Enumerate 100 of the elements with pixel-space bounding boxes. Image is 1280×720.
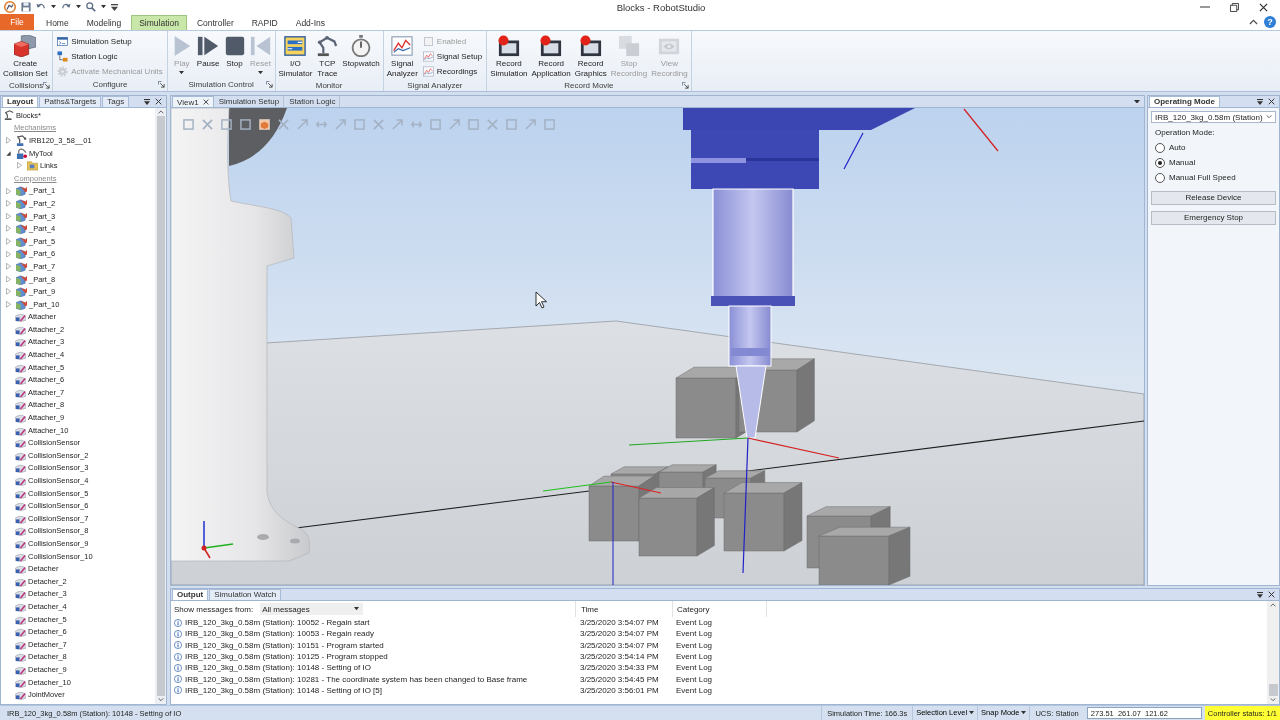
caret-icon[interactable] <box>1134 99 1140 104</box>
expand-arrow-icon[interactable] <box>6 300 11 308</box>
ribbon-button[interactable]: Create Collision Set <box>1 33 50 80</box>
ribbon-button[interactable]: I/O Simulator <box>276 33 315 80</box>
expand-arrow-icon[interactable] <box>6 263 11 270</box>
ribbon-button[interactable]: Pause <box>194 33 222 71</box>
panel-tab[interactable]: Output <box>172 589 209 600</box>
expand-arrow-icon[interactable] <box>6 200 11 207</box>
ribbon-tab[interactable]: RAPID <box>243 15 286 30</box>
magnifier-icon[interactable] <box>86 2 96 12</box>
diagonal-arrow-icon[interactable] <box>335 119 346 130</box>
panel-tab[interactable]: Simulation Watch <box>209 589 282 600</box>
panel-tab[interactable]: Layout <box>2 96 39 107</box>
cube-icon[interactable] <box>259 119 270 130</box>
message-filter-dropdown[interactable]: All messages <box>260 603 364 615</box>
diagonal-arrow-icon[interactable] <box>392 119 403 130</box>
expand-arrow-icon[interactable] <box>17 162 22 169</box>
ribbon-button[interactable]: Signal Analyzer <box>384 33 420 80</box>
chevron-up-icon[interactable] <box>1270 603 1276 607</box>
expand-arrow-icon[interactable] <box>6 250 11 258</box>
ribbon-button[interactable]: Simulation Setup <box>54 34 166 49</box>
dock-menu-icon[interactable] <box>1257 591 1263 598</box>
chevron-down-icon[interactable] <box>157 698 164 702</box>
square-icon[interactable] <box>240 119 251 130</box>
chevron-up-icon[interactable] <box>157 110 164 114</box>
part-icon <box>16 273 27 285</box>
document-tab[interactable]: View1 <box>172 96 214 107</box>
menu-caret-icon[interactable] <box>111 3 118 11</box>
dock-menu-icon[interactable] <box>144 98 150 105</box>
close-icon[interactable] <box>1268 591 1275 598</box>
ribbon-button[interactable]: Station Logic <box>54 49 166 64</box>
scrollbar[interactable] <box>155 108 166 704</box>
radio-button[interactable] <box>1155 142 1165 153</box>
ribbon-button[interactable]: TCP Trace <box>314 33 341 80</box>
panel-button[interactable]: Emergency Stop <box>1151 211 1276 225</box>
time-cell: 3/25/2020 3:54:33 PM <box>580 663 659 673</box>
ribbon-tab[interactable]: Add-Ins <box>287 15 333 30</box>
save-icon[interactable] <box>21 2 31 12</box>
expand-arrow-icon[interactable] <box>6 288 11 295</box>
part-icon <box>16 185 27 197</box>
square-icon[interactable] <box>221 119 232 130</box>
caret-icon[interactable] <box>51 5 56 9</box>
ribbon-button[interactable]: Recordings <box>419 64 486 79</box>
radio-label[interactable]: Manual <box>1169 158 1196 167</box>
ribbon-button[interactable]: Stop <box>221 33 248 71</box>
arrows-icon[interactable] <box>316 119 327 130</box>
ribbon-tab[interactable]: Modeling <box>78 15 130 30</box>
expand-arrow-icon[interactable] <box>6 187 11 195</box>
radio-button[interactable] <box>1155 172 1165 183</box>
diagonal-arrow-icon[interactable] <box>297 119 308 130</box>
ribbon-button[interactable]: Record Application <box>529 33 573 80</box>
expand-arrow-icon[interactable] <box>6 212 11 220</box>
cross-icon[interactable] <box>202 119 213 130</box>
column-header[interactable]: Time <box>581 604 599 614</box>
close-icon[interactable] <box>155 98 162 105</box>
help-button[interactable]: ? <box>1264 16 1276 28</box>
diagonal-arrow-icon[interactable] <box>449 119 460 130</box>
ribbon-button[interactable]: Record Simulation <box>488 33 530 80</box>
dialog-launcher-icon[interactable] <box>157 81 165 88</box>
dialog-launcher-icon[interactable] <box>681 81 689 89</box>
ribbon-tab[interactable]: Controller <box>188 15 242 30</box>
panel-tab[interactable]: Operating Mode <box>1149 96 1220 107</box>
radio-label[interactable]: Manual Full Speed <box>1169 173 1236 182</box>
caret-icon[interactable] <box>76 5 81 9</box>
column-header[interactable]: Category <box>677 604 710 614</box>
collapse-arrow-icon[interactable] <box>6 150 11 156</box>
device-dropdown[interactable]: IRB_120_3kg_0.58m (Station) <box>1151 111 1276 123</box>
diagonal-arrow-icon[interactable] <box>525 119 536 130</box>
ribbon-button[interactable]: Signal Setup <box>419 49 486 64</box>
cross-icon[interactable] <box>278 119 289 130</box>
panel-tab[interactable]: Paths&Targets <box>39 96 102 107</box>
scrollbar[interactable] <box>1267 601 1279 704</box>
arrows-icon[interactable] <box>411 119 422 130</box>
close-icon[interactable] <box>1268 98 1275 105</box>
dialog-launcher-icon[interactable] <box>265 81 273 88</box>
close-icon[interactable] <box>1259 2 1268 12</box>
dock-menu-icon[interactable] <box>1257 98 1263 105</box>
ribbon-tab[interactable]: Home <box>38 15 77 30</box>
chevron-down-icon[interactable] <box>1270 698 1276 702</box>
dialog-launcher-icon[interactable] <box>43 81 51 89</box>
chevron-up-icon[interactable] <box>1249 19 1258 25</box>
scrollbar-thumb[interactable] <box>1268 684 1278 697</box>
document-tab[interactable]: Station Logic <box>285 96 341 107</box>
panel-tab[interactable]: Tags <box>102 96 130 107</box>
scrollbar-thumb[interactable] <box>156 115 165 697</box>
restore-icon[interactable] <box>1230 2 1239 12</box>
panel-button[interactable]: Release Device <box>1151 191 1276 205</box>
ribbon-button[interactable]: Stopwatch <box>340 33 382 71</box>
ribbon-tab[interactable]: Simulation <box>131 15 187 30</box>
close-icon[interactable] <box>202 99 209 105</box>
expand-arrow-icon[interactable] <box>6 237 11 245</box>
expand-arrow-icon[interactable] <box>6 137 11 144</box>
expand-arrow-icon[interactable] <box>6 275 11 283</box>
ribbon-button[interactable]: Record Graphics <box>572 33 609 80</box>
document-tab[interactable]: Simulation Setup <box>214 96 285 107</box>
expand-arrow-icon[interactable] <box>6 225 11 232</box>
caret-icon[interactable] <box>101 5 106 9</box>
app-icon[interactable] <box>4 1 16 13</box>
radio-button[interactable] <box>1155 157 1165 168</box>
radio-label[interactable]: Auto <box>1169 143 1186 152</box>
